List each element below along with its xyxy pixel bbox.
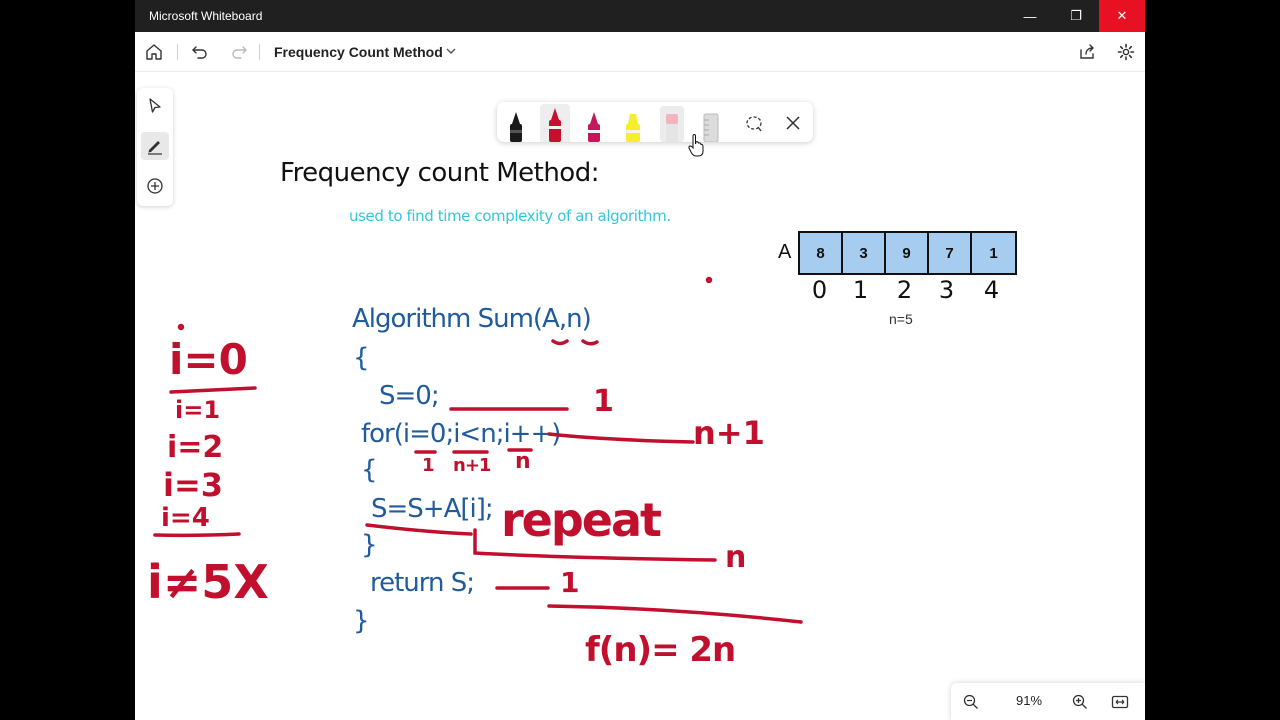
count-init[interactable]: 1 [593,384,614,419]
array-cells[interactable]: 8 3 9 7 1 [798,231,1017,275]
code-line-for[interactable]: for(i=0;i<n;i++) [361,419,561,449]
array-index: 4 [983,276,1000,304]
hand-cursor-icon [688,134,704,157]
array-cell: 7 [929,233,972,273]
array-index: 0 [811,276,828,304]
magenta-pen-icon[interactable] [579,104,609,142]
close-window-button[interactable]: ✕ [1099,0,1145,32]
eraser-icon[interactable] [657,104,687,142]
lasso-select-icon[interactable] [739,104,769,142]
home-icon[interactable] [142,40,166,64]
undo-icon[interactable] [188,40,212,64]
trace-i1[interactable]: i=1 [175,396,220,424]
trace-i0[interactable]: i=0 [169,335,248,384]
zoom-controls: 91% [951,683,1145,720]
count-body[interactable]: n [725,540,746,575]
canvas-heading[interactable]: Frequency count Method: [280,158,599,188]
canvas-subtitle[interactable]: used to find time complexity of an algor… [349,207,671,225]
inking-pen-icon[interactable] [141,132,169,160]
array-cell: 8 [800,233,843,273]
left-tool-rail [137,88,173,206]
window-title: Microsoft Whiteboard [149,9,263,23]
array-label[interactable]: A [778,241,791,264]
code-line-init[interactable]: S=0; [379,381,440,411]
count-compare[interactable]: n+1 [453,455,491,476]
array-index: 2 [896,276,913,304]
share-icon[interactable] [1075,40,1099,64]
zoom-out-icon[interactable] [959,690,983,714]
array-cell: 1 [972,233,1015,273]
code-line-sum[interactable]: S=S+A[i]; [371,494,494,524]
board-toolbar: Frequency Count Method [135,32,1145,72]
array-index: 1 [852,276,869,304]
zoom-in-icon[interactable] [1068,690,1092,714]
trace-i4[interactable]: i=4 [161,503,210,533]
trace-i3[interactable]: i=3 [163,466,223,504]
red-pen-icon[interactable] [540,104,570,142]
redo-icon[interactable] [227,40,251,64]
whiteboard-app: Microsoft Whiteboard — ❐ ✕ Frequency Cou… [135,0,1145,720]
code-line-header[interactable]: Algorithm Sum(A,n) [352,304,592,334]
count-for[interactable]: n+1 [693,414,765,452]
pen-toolbar [497,102,813,143]
black-pen-icon[interactable] [501,104,531,142]
array-cell: 9 [886,233,929,273]
count-return[interactable]: 1 [560,566,579,599]
select-pointer-icon[interactable] [141,92,169,120]
code-line-return[interactable]: return S; [370,568,475,598]
toolbar-divider [177,44,178,60]
trace-i5-stop[interactable]: i≠5X [147,555,269,609]
maximize-button[interactable]: ❐ [1053,0,1099,32]
array-cell: 3 [843,233,886,273]
code-line-close-brace-2[interactable]: } [353,606,370,636]
code-line-open-brace[interactable]: { [353,343,370,373]
count-increment[interactable]: n [515,449,531,474]
add-plus-icon[interactable] [141,172,169,200]
zoom-level[interactable]: 91% [1009,693,1049,708]
code-line-close-brace[interactable]: } [361,530,378,560]
formula[interactable]: f(n)= 2n [585,630,736,670]
yellow-highlighter-icon[interactable] [618,104,648,142]
repeat-note[interactable]: repeat [501,493,662,547]
title-bar: Microsoft Whiteboard — ❐ ✕ [135,0,1145,32]
minimize-button[interactable]: — [1007,0,1053,32]
board-title[interactable]: Frequency Count Method [274,44,443,60]
fit-to-screen-icon[interactable] [1108,690,1132,714]
close-toolbar-icon[interactable] [778,104,808,142]
settings-gear-icon[interactable] [1114,40,1138,64]
toolbar-divider [259,44,260,60]
array-index: 3 [938,276,955,304]
code-line-open-brace-2[interactable]: { [361,455,378,485]
count-init-i[interactable]: 1 [422,455,435,476]
array-size-note[interactable]: n=5 [889,311,913,327]
trace-i2[interactable]: i=2 [167,430,223,465]
chevron-down-icon[interactable] [444,44,458,63]
